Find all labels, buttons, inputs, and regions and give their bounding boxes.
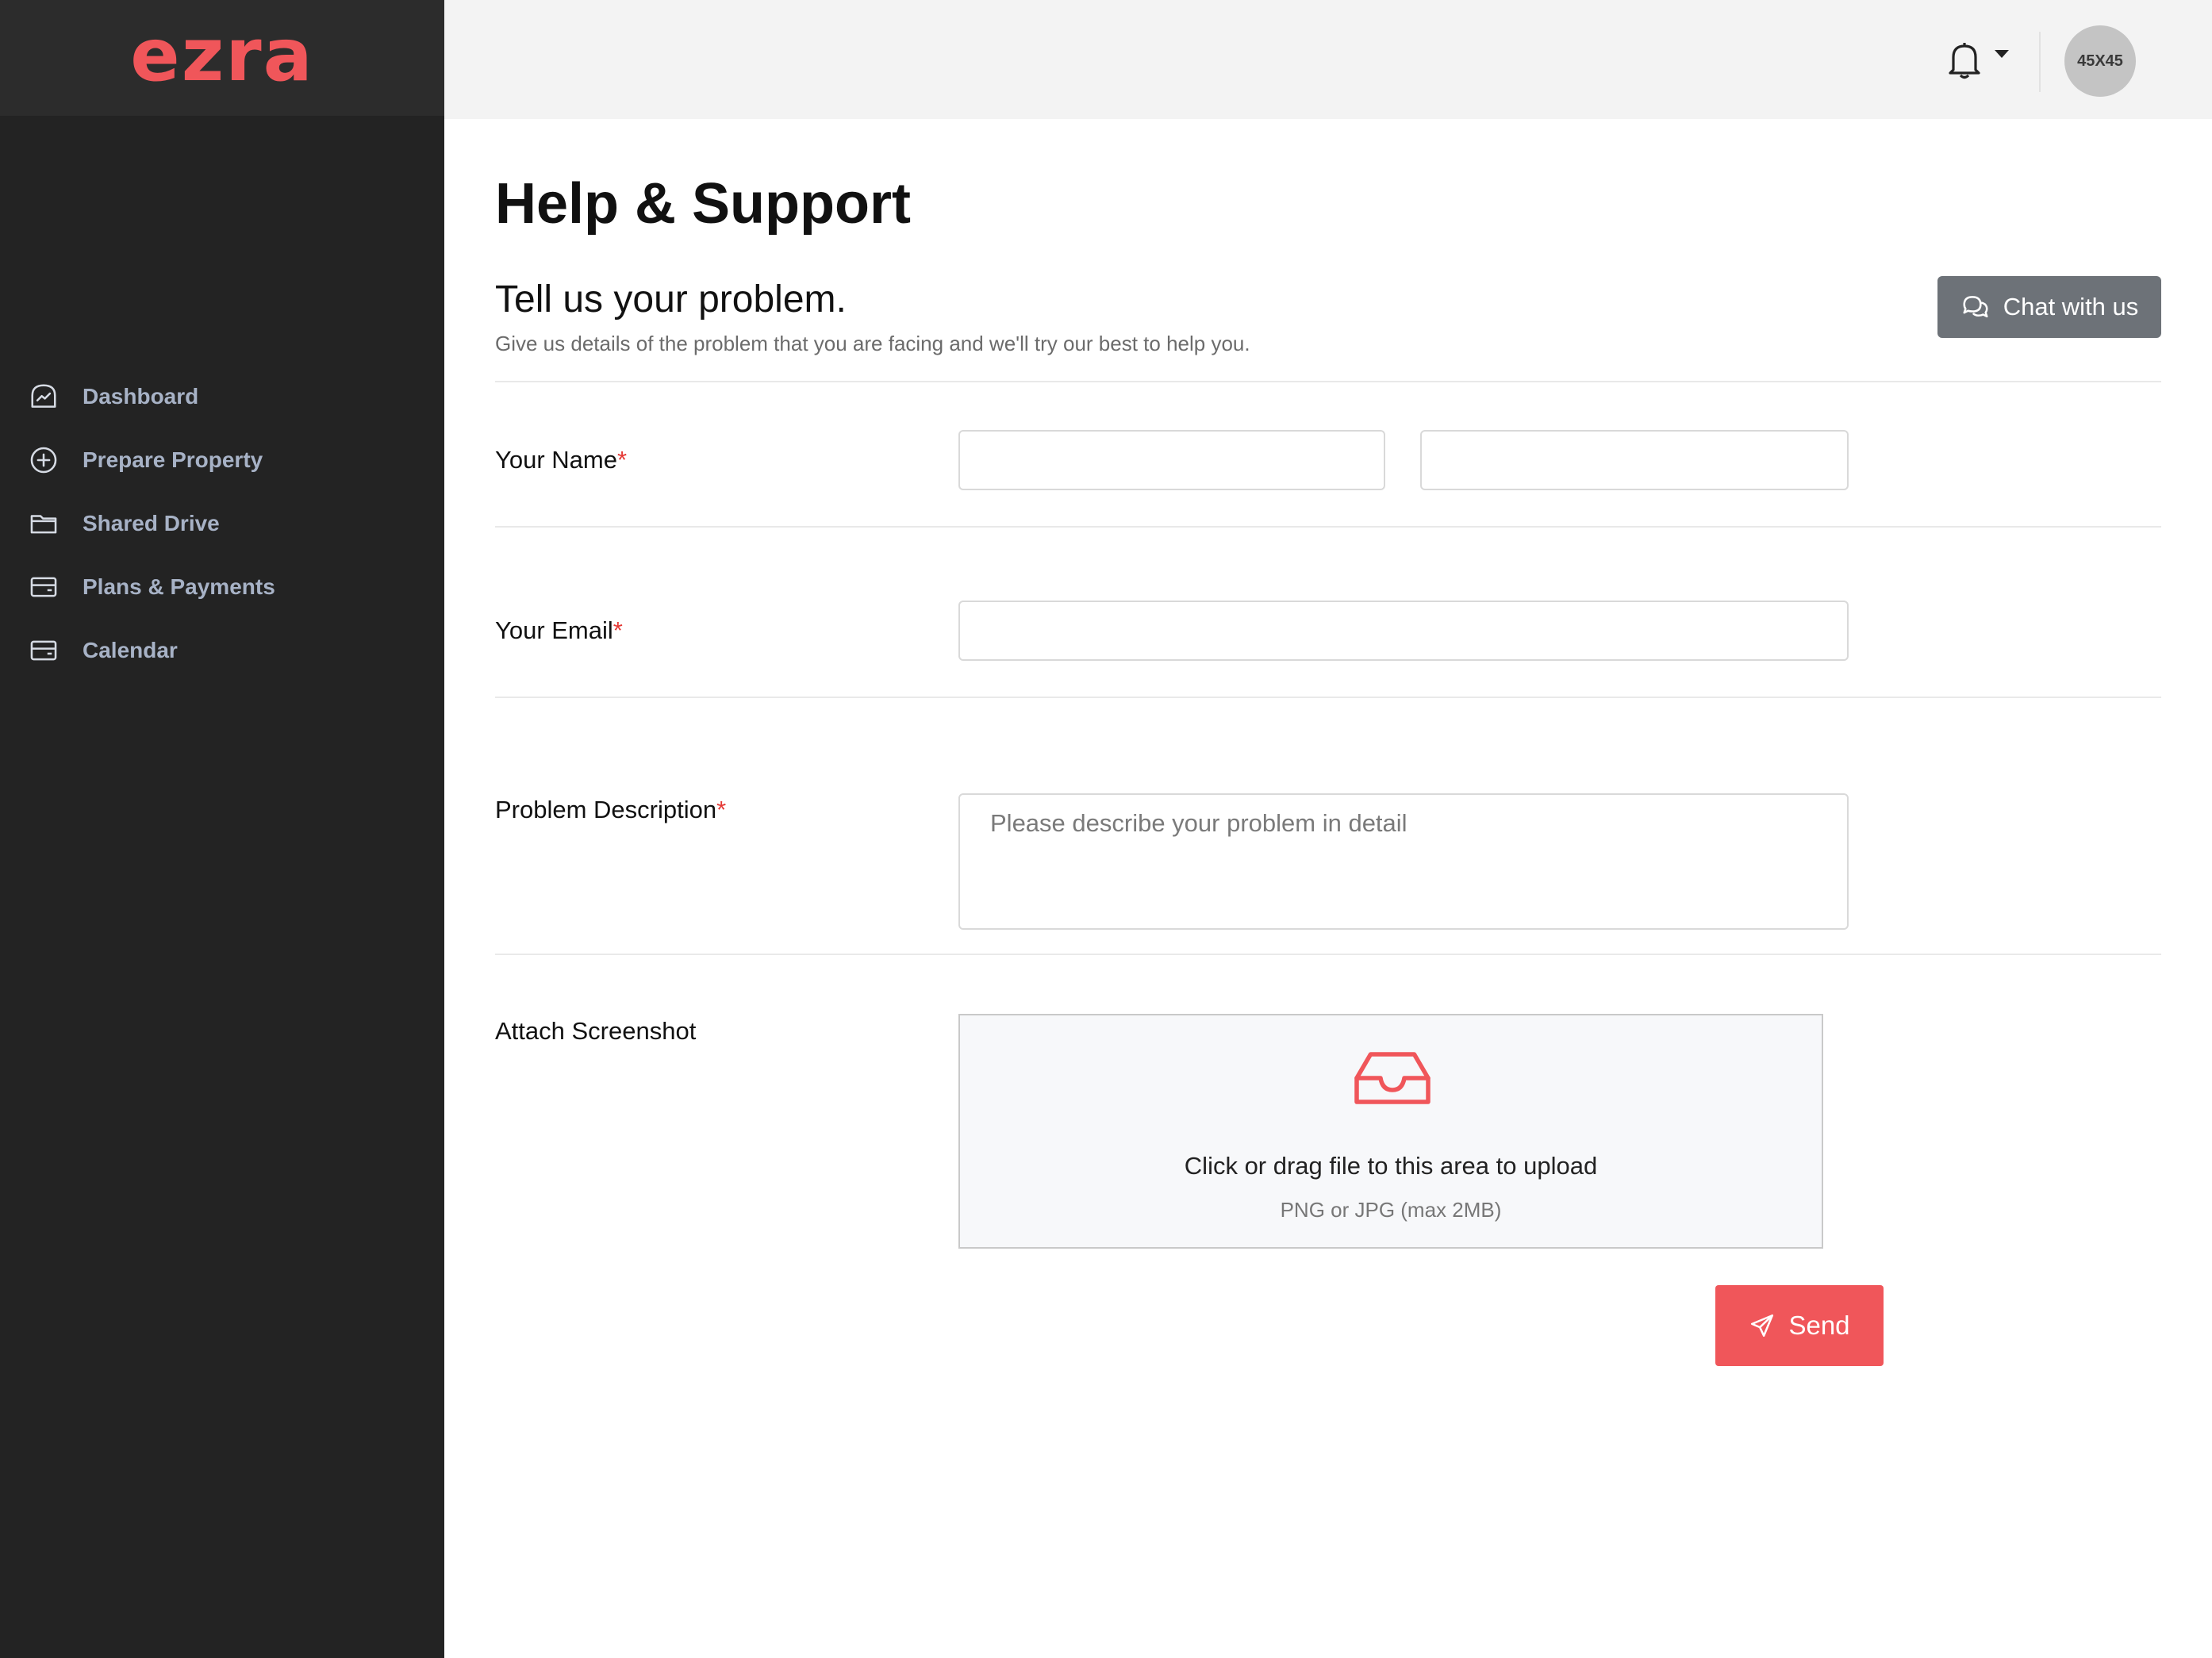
send-button[interactable]: Send [1715,1285,1884,1366]
section-subtitle: Give us details of the problem that you … [495,332,1250,355]
problem-description-textarea[interactable]: Please describe your problem in detail [958,793,1849,930]
divider [495,697,2161,698]
sidebar-item-plans-payments[interactable]: Plans & Payments [0,555,444,619]
folder-icon [30,515,57,534]
sidebar-item-label: Plans & Payments [83,574,275,599]
section-title: Tell us your problem. [495,278,847,320]
upload-instructions: Click or drag file to this area to uploa… [1184,1152,1598,1180]
required-marker: * [613,616,623,644]
attach-screenshot-label: Attach Screenshot [495,1017,697,1045]
chat-with-us-button[interactable]: Chat with us [1937,276,2161,338]
plus-circle-icon [30,447,57,474]
description-label: Problem Description* [495,796,727,823]
sidebar-item-prepare-property[interactable]: Prepare Property [0,428,444,492]
email-label: Your Email* [495,616,623,644]
avatar[interactable]: 45X45 [2064,25,2136,97]
divider [495,526,2161,528]
divider [495,954,2161,955]
chevron-down-icon [1995,50,2009,58]
divider [495,381,2161,382]
header-divider [2039,32,2041,92]
last-name-input[interactable] [1420,430,1849,490]
chat-bubbles-icon [1963,296,1988,318]
sidebar-item-label: Dashboard [83,384,199,409]
sidebar-nav: Dashboard Prepare Property Shared Drive … [0,365,444,682]
sidebar-item-calendar[interactable]: Calendar [0,619,444,682]
email-input[interactable] [958,601,1849,661]
file-upload-dropzone[interactable]: Click or drag file to this area to uploa… [958,1014,1823,1249]
required-marker: * [616,446,628,474]
sidebar-item-shared-drive[interactable]: Shared Drive [0,492,444,555]
send-button-label: Send [1788,1311,1850,1340]
send-icon [1751,1314,1774,1338]
notifications-dropdown[interactable] [1945,36,2017,84]
sidebar-item-label: Calendar [83,638,178,662]
sidebar: ezra Dashboard Prepare Property Shared D… [0,0,444,1658]
credit-card-icon [30,577,57,597]
sidebar-item-label: Shared Drive [83,511,220,535]
name-label: Your Name* [495,446,628,474]
upload-hint: PNG or JPG (max 2MB) [1280,1198,1502,1222]
ezra-logo[interactable]: ezra [130,19,313,92]
chat-button-label: Chat with us [2003,293,2139,320]
inbox-icon [1354,1052,1431,1104]
page-title: Help & Support [495,172,911,236]
credit-card-icon [30,640,57,661]
dashboard-chart-icon [31,384,56,408]
sidebar-item-dashboard[interactable]: Dashboard [0,365,444,428]
required-marker: * [716,796,727,823]
first-name-input[interactable] [958,430,1385,490]
logo-bar: ezra [0,0,444,116]
bell-icon [1949,43,1980,79]
description-placeholder: Please describe your problem in detail [990,809,1407,837]
sidebar-item-label: Prepare Property [83,447,263,472]
